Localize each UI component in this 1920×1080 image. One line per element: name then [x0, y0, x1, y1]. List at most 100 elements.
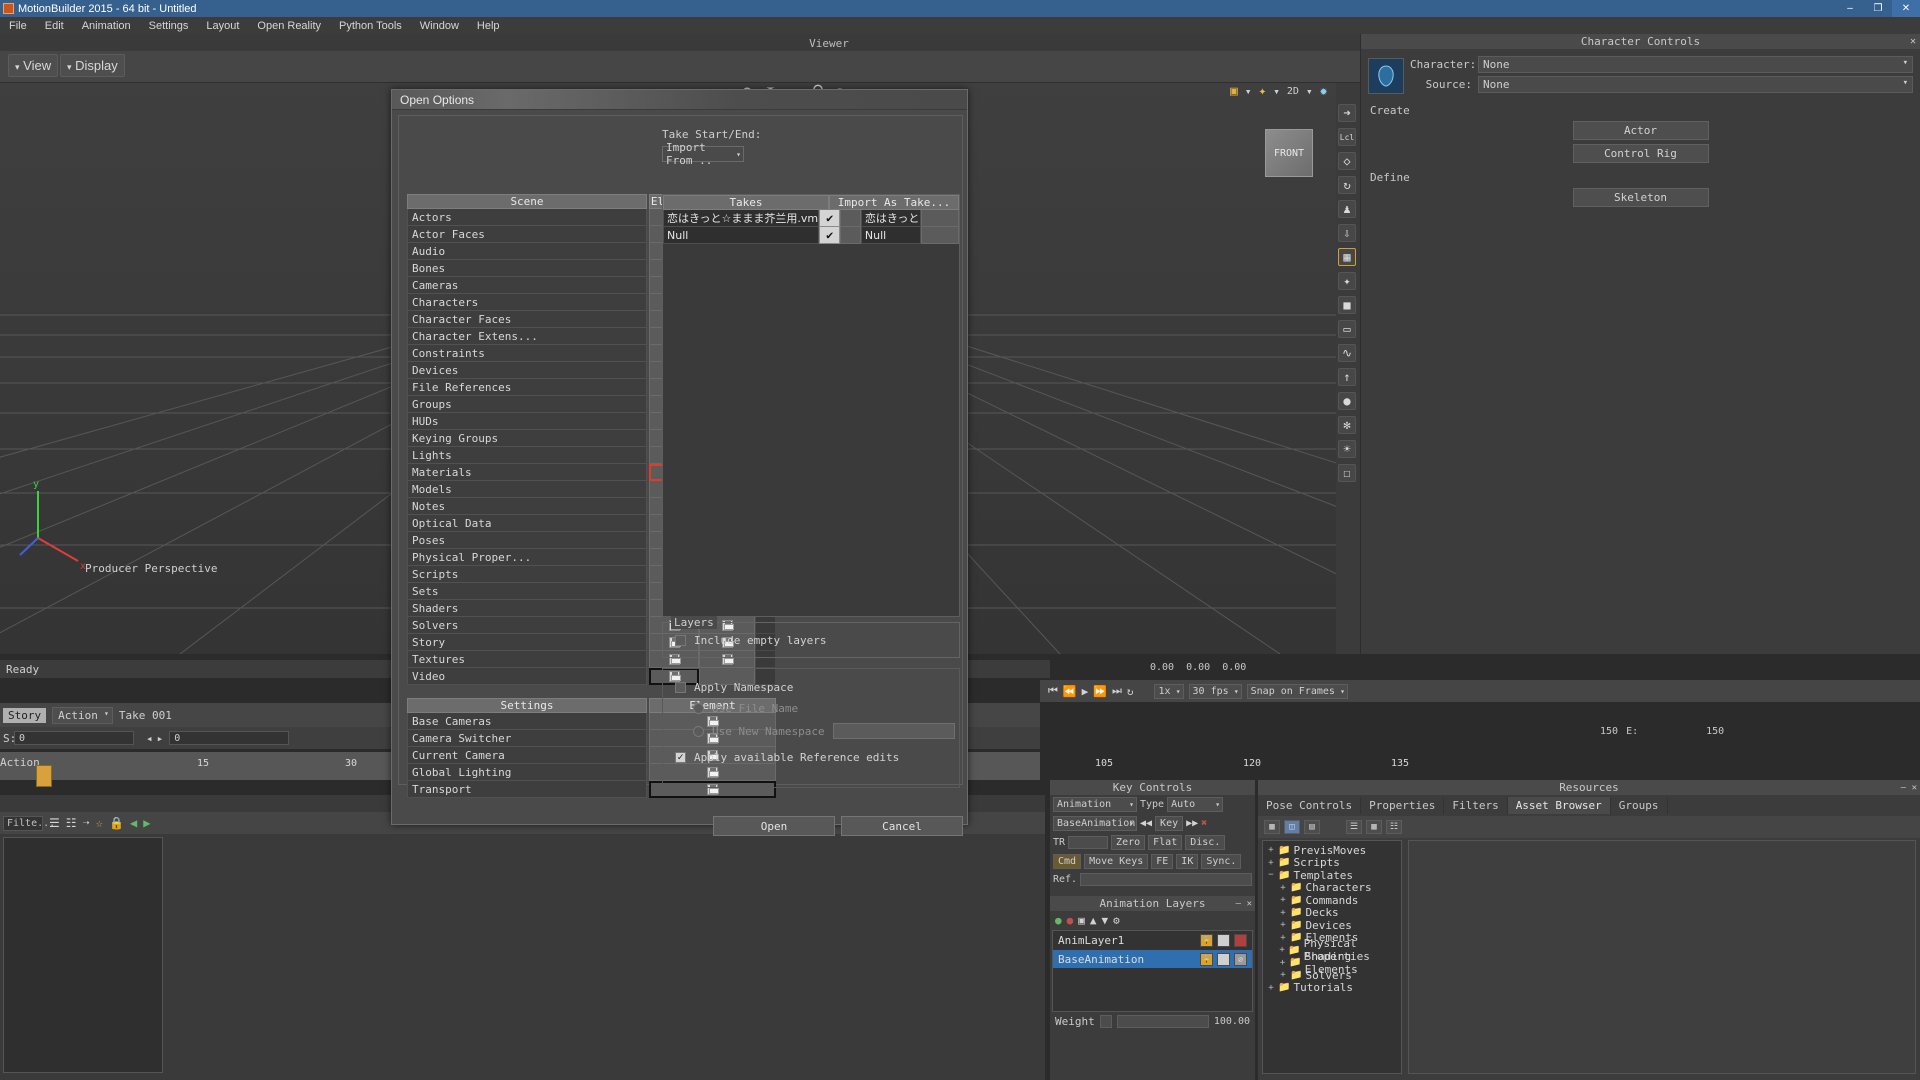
tree-node-devices[interactable]: + 📁 Devices — [1263, 919, 1401, 932]
objects-rail-icon[interactable]: ▦ — [1338, 248, 1356, 266]
settings-row[interactable]: Base Cameras — [407, 713, 647, 730]
close-icon-layers[interactable]: ✕ — [1247, 899, 1252, 909]
tab-properties[interactable]: Properties — [1361, 797, 1445, 814]
close-icon[interactable]: ✕ — [1892, 0, 1920, 17]
use-file-name-row[interactable]: Use File Name — [693, 702, 959, 715]
flat-button[interactable]: Flat — [1148, 835, 1183, 850]
weight-slider[interactable] — [1116, 1015, 1209, 1028]
tab-groups[interactable]: Groups — [1611, 797, 1668, 814]
apply-namespace-checkbox[interactable] — [675, 682, 686, 693]
use-new-namespace-row[interactable]: Use New Namespace — [693, 723, 959, 739]
wave-rail-icon[interactable]: ∿ — [1338, 344, 1356, 362]
cancel-button[interactable]: Cancel — [841, 816, 963, 836]
up-layer-icon[interactable]: ▲ — [1090, 914, 1097, 927]
loop-icon[interactable]: ↻ — [1127, 685, 1134, 698]
camera-icon[interactable]: ▣ — [1230, 84, 1238, 99]
delete-key-icon[interactable]: ✖ — [1201, 818, 1207, 829]
play-next-icon[interactable]: ⏩ — [1093, 685, 1107, 698]
play-prev-icon[interactable]: ⏪ — [1063, 685, 1077, 698]
sun-rail-icon[interactable]: ☀ — [1338, 440, 1356, 458]
next-key-icon[interactable]: ▸ — [157, 732, 164, 745]
back-arrow-icon[interactable]: ◀ — [130, 816, 137, 830]
expand-icon-0[interactable]: + — [1267, 845, 1275, 855]
navigator-filter-input[interactable]: Filte... — [3, 815, 55, 831]
scene-row[interactable]: Materials — [407, 464, 647, 481]
menu-settings[interactable]: Settings — [140, 20, 198, 32]
tree-node-commands[interactable]: + 📁 Commands — [1263, 894, 1401, 907]
menu-python-tools[interactable]: Python Tools — [330, 20, 411, 32]
next-key-arrow-icon[interactable]: ▶▶ — [1186, 818, 1198, 829]
tab-asset-browser[interactable]: Asset Browser — [1507, 797, 1611, 814]
take-row[interactable]: Null ✔ Null — [663, 227, 960, 244]
tree-node-tutorials[interactable]: + 📁 Tutorials — [1263, 981, 1401, 994]
cursor-pick-icon[interactable]: ➝ — [83, 816, 90, 830]
minimize-icon-layers[interactable]: – — [1236, 899, 1241, 909]
sphere-rail-icon[interactable]: ● — [1338, 392, 1356, 410]
import-as-take-name[interactable]: 恋はきっと — [860, 210, 922, 227]
tree-node-previsMoves[interactable]: + 📁 PrevisMoves — [1263, 844, 1401, 857]
add-layer-icon[interactable]: ● — [1055, 914, 1062, 927]
minimize-icon[interactable]: – — [1836, 0, 1864, 17]
layer-select[interactable]: BaseAnimation — [1053, 816, 1137, 831]
tree-node-characters[interactable]: + 📁 Characters — [1263, 881, 1401, 894]
expand-icon-6[interactable]: + — [1279, 920, 1287, 930]
menu-layout[interactable]: Layout — [197, 20, 248, 32]
scene-row[interactable]: Actor Faces — [407, 226, 647, 243]
control-rig-button[interactable]: Control Rig — [1572, 144, 1709, 163]
ref-field[interactable] — [1080, 873, 1252, 886]
story-clip-block[interactable] — [36, 765, 52, 787]
snap-icon[interactable]: ◇ — [1338, 152, 1356, 170]
rotate-rail-icon[interactable]: ↻ — [1338, 176, 1356, 194]
settings-wand-icon[interactable]: ✹ — [1320, 84, 1328, 99]
open-button[interactable]: Open — [713, 816, 835, 836]
f-field[interactable]: 0 — [169, 731, 290, 745]
marker-rail-icon[interactable]: ✦ — [1338, 272, 1356, 290]
expand-icon-10[interactable]: + — [1279, 970, 1287, 980]
columns-view-icon[interactable]: ▤ — [1304, 820, 1320, 834]
grid-view-icon[interactable]: ▦ — [1264, 820, 1280, 834]
scene-row[interactable]: Constraints — [407, 345, 647, 362]
tree-node-templates[interactable]: − 📁 Templates — [1263, 869, 1401, 882]
transport-frame-value[interactable]: 0.00 — [1222, 662, 1246, 673]
weight-value[interactable]: 100.00 — [1214, 1016, 1250, 1027]
key-button[interactable]: Key — [1155, 816, 1184, 831]
fe-button[interactable]: FE — [1151, 854, 1174, 869]
scene-row[interactable]: Cameras — [407, 277, 647, 294]
expand-icon-3[interactable]: + — [1279, 883, 1287, 893]
expand-icon-4[interactable]: + — [1279, 895, 1287, 905]
tab-filters[interactable]: Filters — [1444, 797, 1508, 814]
lights-icon[interactable]: ✦ — [1258, 84, 1266, 99]
include-empty-layers-row[interactable]: Include empty layers — [675, 634, 959, 647]
layer-lock-icon-1[interactable]: 🔒 — [1200, 952, 1213, 966]
scene-row[interactable]: Poses — [407, 532, 647, 549]
layer-solo-icon-1[interactable] — [1217, 952, 1230, 966]
sync-button[interactable]: Sync. — [1201, 854, 1242, 869]
timeline-ruler-right[interactable]: 105 120 135 — [1040, 758, 1680, 778]
layer-lock-icon-0[interactable]: 🔒 — [1200, 933, 1213, 947]
animation-select[interactable]: Animation — [1053, 797, 1137, 812]
expand-icon-5[interactable]: + — [1279, 908, 1287, 918]
plane-rail-icon[interactable]: ▭ — [1338, 320, 1356, 338]
tree-node-decks[interactable]: + 📁 Decks — [1263, 906, 1401, 919]
scene-row[interactable]: Physical Proper... — [407, 549, 647, 566]
source-select[interactable]: None — [1478, 76, 1913, 93]
filter-layer-icon[interactable]: ⚙ — [1113, 914, 1120, 927]
take-checkbox[interactable]: ✔ — [819, 210, 841, 227]
scene-row[interactable]: Notes — [407, 498, 647, 515]
layer-mute-icon-0[interactable] — [1234, 933, 1247, 947]
cube-rail-icon[interactable]: ■ — [1338, 296, 1356, 314]
down-layer-icon[interactable]: ▼ — [1102, 914, 1109, 927]
zero-button[interactable]: Zero — [1111, 835, 1146, 850]
transport-start-value[interactable]: 0.00 — [1150, 662, 1174, 673]
list-icon[interactable]: ☰ — [1346, 820, 1362, 834]
chevron-down-icon-2[interactable]: ▾ — [1273, 85, 1280, 98]
move-keys-button[interactable]: Move Keys — [1084, 854, 1149, 869]
scene-row[interactable]: Actors — [407, 209, 647, 226]
chevron-down-icon-3[interactable]: ▾ — [1306, 85, 1313, 98]
layer-mute-icon-1[interactable]: ∅ — [1234, 952, 1247, 966]
cursor-icon[interactable]: ➜ — [1338, 104, 1356, 122]
minimize-icon-resources[interactable]: – — [1901, 783, 1906, 793]
scene-row[interactable]: Shaders — [407, 600, 647, 617]
settings-row[interactable]: Camera Switcher — [407, 730, 647, 747]
tab-pose-controls[interactable]: Pose Controls — [1258, 797, 1362, 814]
